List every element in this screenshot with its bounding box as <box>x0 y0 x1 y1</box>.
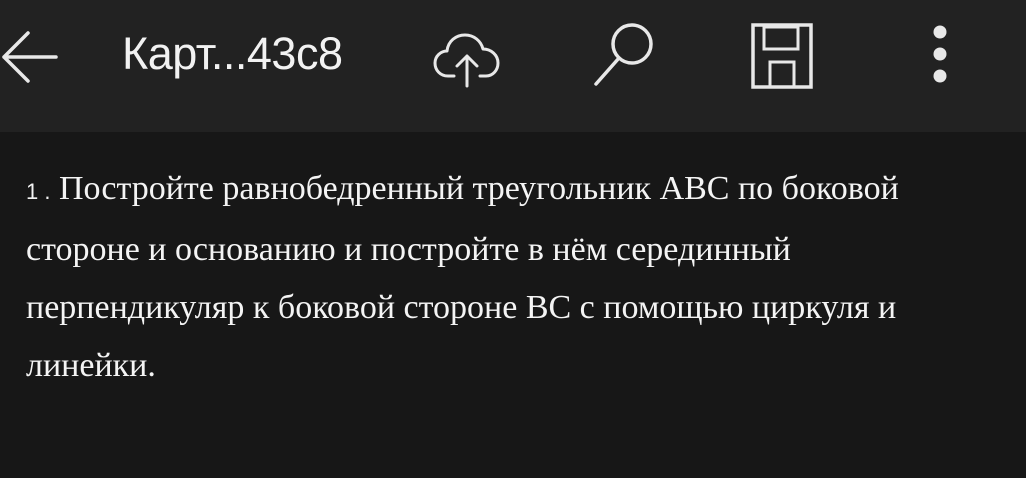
search-button[interactable] <box>584 14 664 98</box>
back-button[interactable] <box>0 16 70 96</box>
search-icon <box>584 14 664 98</box>
task-number: 1 . <box>26 179 51 204</box>
task-text: Постройте равнобедренный треугольник ABC… <box>26 170 899 384</box>
more-vertical-icon <box>910 14 970 98</box>
top-toolbar: Карт...43с8 <box>0 0 1026 132</box>
file-title: Карт...43с8 <box>122 28 343 79</box>
more-options-button[interactable] <box>910 14 970 98</box>
document-body: 1 . Постройте равнобедренный треугольник… <box>26 160 986 395</box>
arrow-left-icon <box>0 16 70 96</box>
upload-button[interactable] <box>428 16 508 96</box>
cloud-upload-icon <box>428 16 508 96</box>
save-button[interactable] <box>742 14 822 98</box>
save-icon <box>742 14 822 98</box>
